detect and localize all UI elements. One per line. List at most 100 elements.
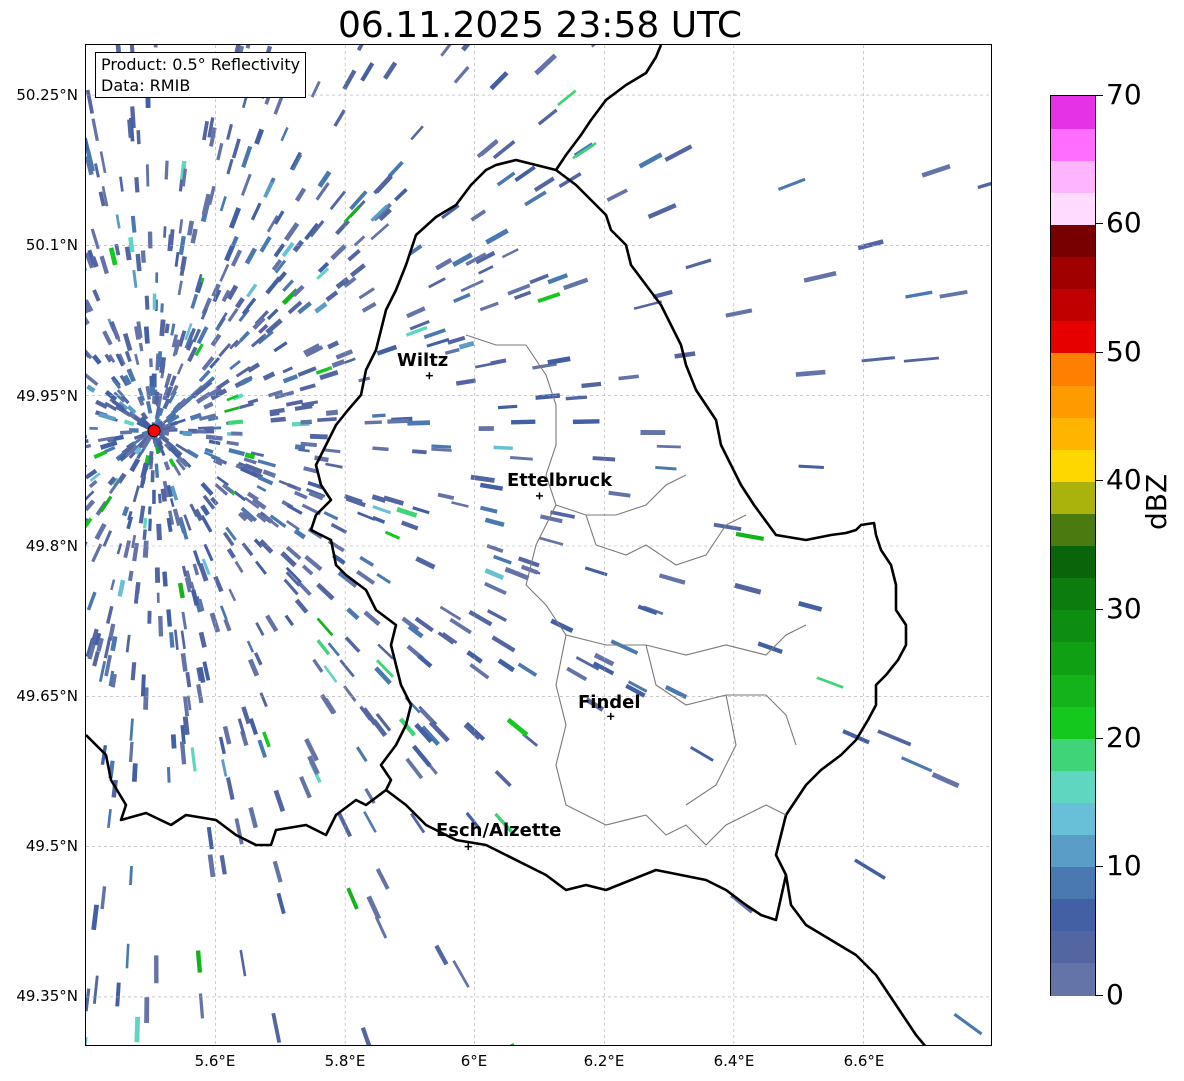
reflectivity-gate <box>356 45 371 52</box>
reflectivity-gate <box>228 588 237 602</box>
colorbar-tick-label: 30 <box>1106 592 1142 625</box>
colorbar-segment <box>1051 641 1095 675</box>
radar-map[interactable] <box>85 44 992 1046</box>
reflectivity-gate <box>125 634 131 653</box>
reflectivity-gate <box>98 660 107 683</box>
reflectivity-gate <box>219 605 228 620</box>
reflectivity-gate <box>336 811 353 838</box>
reflectivity-gate <box>254 560 267 575</box>
reflectivity-gate <box>136 130 141 145</box>
reflectivity-gate <box>239 949 247 977</box>
city-label-ettelbruck: Ettelbruck <box>507 470 613 491</box>
reflectivity-gate <box>273 789 286 813</box>
lon-tick-label: 5.8°E <box>324 1052 366 1070</box>
reflectivity-gate <box>592 456 616 462</box>
reflectivity-gate <box>219 263 230 282</box>
reflectivity-gate <box>245 45 254 49</box>
reflectivity-gate <box>798 601 823 612</box>
reflectivity-gate <box>331 359 346 368</box>
reflectivity-gate <box>452 960 470 988</box>
reflectivity-gate <box>489 71 509 91</box>
reflectivity-gate <box>606 188 628 202</box>
reflectivity-gate <box>90 228 100 250</box>
reflectivity-gate <box>107 808 112 829</box>
colorbar-tick <box>1096 352 1103 353</box>
colorbar-segment <box>1051 962 1095 996</box>
reflectivity-gate <box>201 297 212 315</box>
reflectivity-gate <box>196 429 207 434</box>
reflectivity-gate <box>491 635 516 653</box>
reflectivity-gate <box>144 997 150 1024</box>
canton-border <box>555 634 647 826</box>
reflectivity-gate <box>283 222 300 242</box>
reflectivity-gate <box>501 248 519 259</box>
reflectivity-gate <box>134 353 140 366</box>
reflectivity-gate <box>510 456 533 461</box>
reflectivity-gate <box>300 419 312 425</box>
reflectivity-gate <box>86 259 88 272</box>
reflectivity-gate <box>903 356 940 363</box>
reflectivity-gate <box>357 511 376 521</box>
reflectivity-gate <box>86 439 89 444</box>
reflectivity-gate <box>142 529 147 540</box>
reflectivity-gate <box>557 89 577 107</box>
reflectivity-gate <box>517 662 538 677</box>
reflectivity-gate <box>163 226 167 238</box>
reflectivity-gate <box>226 547 236 559</box>
canton-border <box>585 514 747 566</box>
reflectivity-gate <box>124 350 132 363</box>
reflectivity-gate <box>181 527 189 540</box>
reflectivity-gate <box>842 729 870 745</box>
reflectivity-gate <box>435 257 453 271</box>
reflectivity-gate <box>225 777 235 801</box>
reflectivity-gate <box>282 374 299 384</box>
reflectivity-gate <box>135 253 142 272</box>
colorbar-tick-label: 40 <box>1106 463 1142 496</box>
reflectivity-gate <box>172 508 182 527</box>
reflectivity-gate <box>280 126 289 142</box>
reflectivity-gate <box>939 289 968 299</box>
reflectivity-gate <box>325 462 343 469</box>
reflectivity-gate <box>572 141 597 160</box>
reflectivity-gate <box>105 605 114 624</box>
reflectivity-gate <box>366 895 382 920</box>
data-source-label: Data: RMIB <box>101 76 191 95</box>
reflectivity-gate <box>285 399 304 407</box>
reflectivity-gate <box>349 263 366 278</box>
reflectivity-gate <box>206 826 214 850</box>
reflectivity-gate <box>319 693 336 715</box>
reflectivity-gate <box>229 359 241 371</box>
reflectivity-gate <box>299 383 316 392</box>
reflectivity-gate <box>524 190 547 207</box>
reflectivity-gate <box>202 120 209 141</box>
reflectivity-gate <box>92 975 99 1004</box>
reflectivity-gate <box>931 772 960 789</box>
reflectivity-gate <box>239 330 251 342</box>
reflectivity-gate <box>198 631 207 648</box>
colorbar-segment <box>1051 256 1095 290</box>
reflectivity-gate <box>234 297 245 309</box>
colorbar-segment <box>1051 866 1095 900</box>
reflectivity-gate <box>346 607 360 621</box>
reflectivity-gate <box>153 45 158 48</box>
reflectivity-gate <box>266 308 279 321</box>
colorbar-tick-label: 0 <box>1106 978 1124 1011</box>
colorbar-segment <box>1051 160 1095 193</box>
city-label-esch-alzette: Esch/Alzette <box>436 820 562 841</box>
lat-tick-label: 49.5°N <box>25 837 78 855</box>
reflectivity-gate <box>426 337 450 348</box>
reflectivity-gate <box>371 494 387 503</box>
reflectivity-gate <box>224 406 240 413</box>
reflectivity-gate <box>777 177 806 191</box>
lat-tick-label: 49.95°N <box>16 387 78 405</box>
reflectivity-gate <box>494 770 512 788</box>
reflectivity-gate <box>226 440 239 446</box>
reflectivity-gate <box>563 277 589 291</box>
reflectivity-gate <box>329 190 347 211</box>
reflectivity-gate <box>656 444 681 449</box>
reflectivity-gate <box>447 335 466 345</box>
reflectivity-gate <box>254 128 265 145</box>
reflectivity-gate <box>86 591 97 611</box>
reflectivity-gate <box>86 443 92 450</box>
reflectivity-gate <box>327 642 340 657</box>
